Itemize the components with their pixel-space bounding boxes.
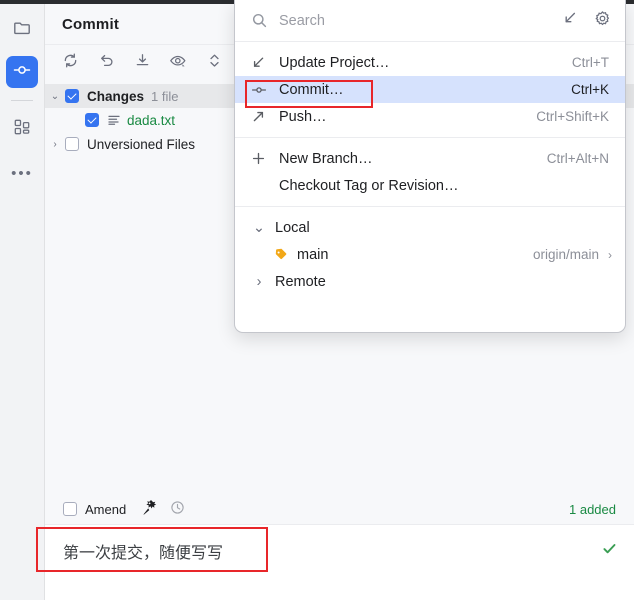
commit-message-value: 第一次提交，随便写写 bbox=[63, 544, 224, 562]
chevron-right-icon[interactable]: › bbox=[608, 248, 612, 262]
chevron-down-icon[interactable]: ⌄ bbox=[251, 220, 267, 236]
changes-checkbox[interactable] bbox=[65, 89, 79, 103]
commit-message-area-filler bbox=[45, 576, 634, 600]
activity-bar-divider bbox=[11, 100, 33, 101]
clock-icon[interactable] bbox=[170, 500, 185, 518]
menu-item-new-branch[interactable]: New Branch… Ctrl+Alt+N bbox=[235, 145, 625, 172]
refresh-icon bbox=[62, 52, 79, 74]
branch-group-label: Remote bbox=[275, 273, 326, 290]
menu-item-shortcut: Ctrl+Shift+K bbox=[536, 109, 609, 124]
folder-icon bbox=[12, 18, 32, 43]
unversioned-label: Unversioned Files bbox=[87, 136, 196, 152]
changes-label: Changes bbox=[87, 88, 145, 104]
menu-item-commit[interactable]: Commit… Ctrl+K bbox=[235, 76, 625, 103]
menu-item-shortcut: Ctrl+Alt+N bbox=[546, 151, 609, 166]
chevron-down-icon[interactable]: ⌄ bbox=[45, 91, 65, 102]
menu-item-label: Checkout Tag or Revision… bbox=[279, 177, 459, 194]
branch-tracking: origin/main bbox=[532, 247, 599, 262]
rollback-button[interactable] bbox=[95, 52, 117, 74]
undo-icon bbox=[98, 52, 115, 74]
refresh-changes-button[interactable] bbox=[59, 52, 81, 74]
amend-label: Amend bbox=[85, 501, 127, 517]
amend-checkbox[interactable] bbox=[63, 502, 77, 516]
menu-item-checkout-tag-or-revision[interactable]: Checkout Tag or Revision… bbox=[235, 172, 625, 199]
show-diff-preview-button[interactable] bbox=[167, 52, 189, 74]
arrow-down-left-icon[interactable] bbox=[562, 10, 578, 31]
branch-group-remote[interactable]: › Remote bbox=[235, 268, 625, 295]
up-down-chevrons-icon bbox=[207, 52, 222, 74]
arrow-down-left-icon bbox=[251, 55, 269, 70]
popup-search-row[interactable]: Search bbox=[235, 0, 625, 42]
popup-group-branch-actions: New Branch… Ctrl+Alt+N Checkout Tag or R… bbox=[235, 138, 625, 206]
menu-item-shortcut: Ctrl+K bbox=[571, 82, 609, 97]
chevron-right-icon[interactable]: › bbox=[251, 274, 267, 290]
menu-item-push[interactable]: Push… Ctrl+Shift+K bbox=[235, 103, 625, 130]
search-icon bbox=[251, 12, 268, 29]
menu-item-label: Update Project… bbox=[279, 54, 390, 71]
chevron-right-icon[interactable]: › bbox=[45, 139, 65, 150]
plus-icon bbox=[251, 151, 269, 166]
popup-group-operations: Update Project… Ctrl+T Commit… Ctrl+K Pu… bbox=[235, 42, 625, 137]
branch-item-main[interactable]: main origin/main › bbox=[235, 241, 625, 268]
expand-collapse-button[interactable] bbox=[203, 52, 225, 74]
sidebar-item-structure[interactable] bbox=[6, 113, 38, 145]
download-icon bbox=[134, 52, 151, 74]
app-root: ••• Commit ⌄ Changes 1 file dada.txt › U… bbox=[0, 0, 634, 600]
tag-icon bbox=[273, 247, 288, 262]
gear-icon[interactable] bbox=[594, 10, 611, 32]
branch-name: main bbox=[297, 246, 329, 263]
menu-item-label: Push… bbox=[279, 108, 327, 125]
branch-group-local[interactable]: ⌄ Local bbox=[235, 214, 625, 241]
popup-group-branches: ⌄ Local main origin/main › › Remote bbox=[235, 207, 625, 302]
update-project-button[interactable] bbox=[131, 52, 153, 74]
bird-icon[interactable] bbox=[140, 498, 159, 520]
menu-item-shortcut: Ctrl+T bbox=[571, 55, 609, 70]
commit-bottom-bar: Amend 1 added 第一次提交，随便写写 bbox=[45, 494, 634, 600]
branch-group-label: Local bbox=[275, 219, 310, 236]
squares-icon bbox=[12, 117, 32, 142]
file-name: dada.txt bbox=[127, 112, 176, 128]
commit-node-icon bbox=[11, 59, 33, 86]
sidebar-item-version-control[interactable] bbox=[6, 56, 38, 88]
check-icon bbox=[601, 540, 618, 562]
sidebar-item-project[interactable] bbox=[6, 14, 38, 46]
eye-icon bbox=[169, 52, 187, 75]
unversioned-checkbox[interactable] bbox=[65, 137, 79, 151]
sidebar-item-more[interactable]: ••• bbox=[6, 155, 38, 187]
arrow-up-right-icon bbox=[251, 109, 269, 124]
changes-file-count: 1 file bbox=[151, 88, 179, 104]
commit-node-icon bbox=[251, 82, 269, 98]
menu-item-label: Commit… bbox=[279, 81, 344, 98]
text-file-icon bbox=[107, 113, 121, 127]
vcs-operations-popup: Search Update Project… Ctrl+T Commit… Ct… bbox=[234, 0, 626, 333]
menu-item-label: New Branch… bbox=[279, 150, 373, 167]
ellipsis-icon: ••• bbox=[11, 164, 33, 182]
amend-row: Amend 1 added bbox=[45, 494, 634, 524]
activity-bar: ••• bbox=[0, 4, 45, 600]
added-count: 1 added bbox=[569, 501, 616, 517]
commit-message-input[interactable]: 第一次提交，随便写写 bbox=[45, 524, 634, 576]
search-input[interactable]: Search bbox=[279, 13, 325, 29]
menu-item-update-project[interactable]: Update Project… Ctrl+T bbox=[235, 49, 625, 76]
file-checkbox[interactable] bbox=[85, 113, 99, 127]
page-title: Commit bbox=[62, 15, 120, 33]
